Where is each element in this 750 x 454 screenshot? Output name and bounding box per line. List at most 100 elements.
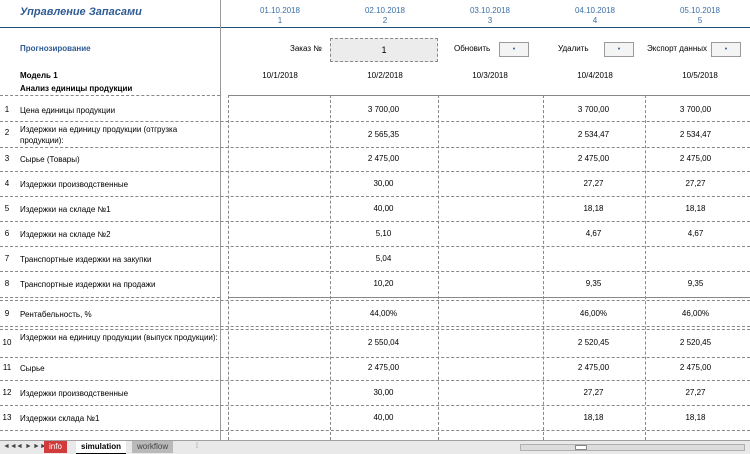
table-cell[interactable]: 2 475,00	[647, 363, 744, 372]
row-number: 2	[4, 128, 10, 137]
table-cell[interactable]: 2 534,47	[545, 130, 642, 139]
table-cell[interactable]: 9,35	[545, 279, 642, 288]
grid-line	[0, 329, 750, 330]
grid-line	[0, 300, 750, 301]
scroll-thumb[interactable]	[575, 445, 587, 450]
order-number-input[interactable]: 1	[330, 38, 438, 62]
header-date-1: 01.10.2018 1	[259, 6, 301, 25]
table-cell[interactable]: 2 520,45	[545, 338, 642, 347]
row-label: Издержки склада №1	[20, 414, 100, 423]
table-cell[interactable]: 46,00%	[647, 309, 744, 318]
row-number: 8	[4, 279, 10, 288]
delete-button[interactable]: •	[604, 42, 634, 57]
column-date-1: 10/1/2018	[262, 71, 298, 80]
header-divider	[0, 27, 750, 28]
column-date-2: 10/2/2018	[367, 71, 403, 80]
table-cell[interactable]: 18,18	[545, 204, 642, 213]
table-cell[interactable]: 44,00%	[335, 309, 432, 318]
header-date-5: 05.10.2018 5	[679, 6, 721, 25]
refresh-button[interactable]: •	[499, 42, 529, 57]
row-number: 1	[4, 105, 10, 114]
table-cell[interactable]: 18,18	[545, 413, 642, 422]
sheet-tab-bar: ◄◄ ◄ ► ►► info simulation workflow ⁞	[0, 440, 750, 454]
table-cell[interactable]: 2 475,00	[335, 154, 432, 163]
app-title: Управление Запасами	[20, 6, 142, 18]
table-cell[interactable]: 5,10	[335, 229, 432, 238]
table-cell[interactable]: 27,27	[545, 388, 642, 397]
delete-label: Удалить	[558, 44, 589, 53]
grid-line	[0, 246, 750, 247]
table-cell[interactable]: 2 475,00	[647, 154, 744, 163]
table-cell[interactable]: 27,27	[647, 388, 744, 397]
table-cell[interactable]: 27,27	[647, 179, 744, 188]
row-label: Издержки на единицу продукции (отгрузка …	[20, 125, 178, 145]
table-cell[interactable]: 40,00	[335, 204, 432, 213]
table-cell[interactable]: 4,67	[647, 229, 744, 238]
table-cell[interactable]: 18,18	[647, 204, 744, 213]
row-label: Издержки на складе №1	[20, 205, 111, 214]
table-cell[interactable]: 2 534,47	[647, 130, 744, 139]
table-cell[interactable]: 30,00	[335, 179, 432, 188]
table-cell[interactable]: 18,18	[647, 413, 744, 422]
table-cell[interactable]: 2 475,00	[545, 154, 642, 163]
tab-workflow[interactable]: workflow	[132, 441, 174, 453]
horizontal-scrollbar[interactable]	[520, 444, 745, 451]
tab-info[interactable]: info	[44, 441, 67, 453]
table-cell[interactable]: 46,00%	[545, 309, 642, 318]
table-cell[interactable]: 2 475,00	[545, 363, 642, 372]
export-label: Экспорт данных	[647, 44, 707, 53]
tab-split-handle[interactable]: ⁞	[196, 443, 204, 451]
grid-line	[0, 297, 220, 298]
grid-line	[0, 271, 750, 272]
table-cell[interactable]: 2 565,35	[335, 130, 432, 139]
table-cell[interactable]: 3 700,00	[545, 105, 642, 114]
grid-line	[0, 430, 750, 431]
table-cell[interactable]: 27,27	[545, 179, 642, 188]
row-number: 3	[4, 154, 10, 163]
grid-line	[0, 95, 220, 96]
tab-simulation[interactable]: simulation	[76, 441, 127, 454]
column-date-5: 10/5/2018	[682, 71, 718, 80]
next-sheet-icon[interactable]: ►	[25, 443, 32, 450]
row-number: 13	[2, 413, 12, 422]
header-date-4: 04.10.2018 4	[574, 6, 616, 25]
export-button[interactable]: •	[711, 42, 741, 57]
row-number: 10	[2, 338, 12, 347]
grid-line	[0, 196, 750, 197]
row-label: Цена единицы продукции	[20, 106, 116, 115]
grid-line	[0, 147, 750, 148]
row-number: 9	[4, 309, 10, 318]
prev-sheet-icon[interactable]: ◄	[16, 443, 23, 450]
row-label: Транспортные издержки на закупки	[20, 255, 152, 264]
grid-line	[0, 380, 750, 381]
header-date-3: 03.10.2018 3	[469, 6, 511, 25]
table-cell[interactable]: 2 550,04	[335, 338, 432, 347]
row-number: 5	[4, 204, 10, 213]
table-cell[interactable]: 2 520,45	[647, 338, 744, 347]
table-cell[interactable]: 4,67	[545, 229, 642, 238]
model-title: Модель 1	[20, 71, 58, 80]
first-sheet-icon[interactable]: ◄◄	[3, 443, 17, 450]
table-cell[interactable]: 40,00	[335, 413, 432, 422]
grid-line	[0, 357, 750, 358]
table-cell[interactable]: 3 700,00	[335, 105, 432, 114]
table-cell[interactable]: 30,00	[335, 388, 432, 397]
grid-line	[228, 95, 750, 96]
row-number: 6	[4, 229, 10, 238]
table-cell[interactable]: 10,20	[335, 279, 432, 288]
grid-line	[228, 297, 750, 298]
table-cell[interactable]: 3 700,00	[647, 105, 744, 114]
row-number: 11	[2, 363, 12, 372]
table-cell[interactable]: 2 475,00	[335, 363, 432, 372]
order-label: Заказ №	[290, 44, 322, 53]
row-number: 4	[4, 179, 10, 188]
row-number: 7	[4, 254, 10, 263]
row-label: Издержки на единицу продукции (выпуск пр…	[20, 333, 218, 342]
row-label: Транспортные издержки на продажи	[20, 280, 156, 289]
grid-line	[0, 121, 750, 122]
grid-line	[0, 221, 750, 222]
table-cell[interactable]: 5,04	[335, 254, 432, 263]
table-cell[interactable]: 9,35	[647, 279, 744, 288]
section-title: Анализ единицы продукции	[20, 84, 133, 93]
header-date-2: 02.10.2018 2	[364, 6, 406, 25]
